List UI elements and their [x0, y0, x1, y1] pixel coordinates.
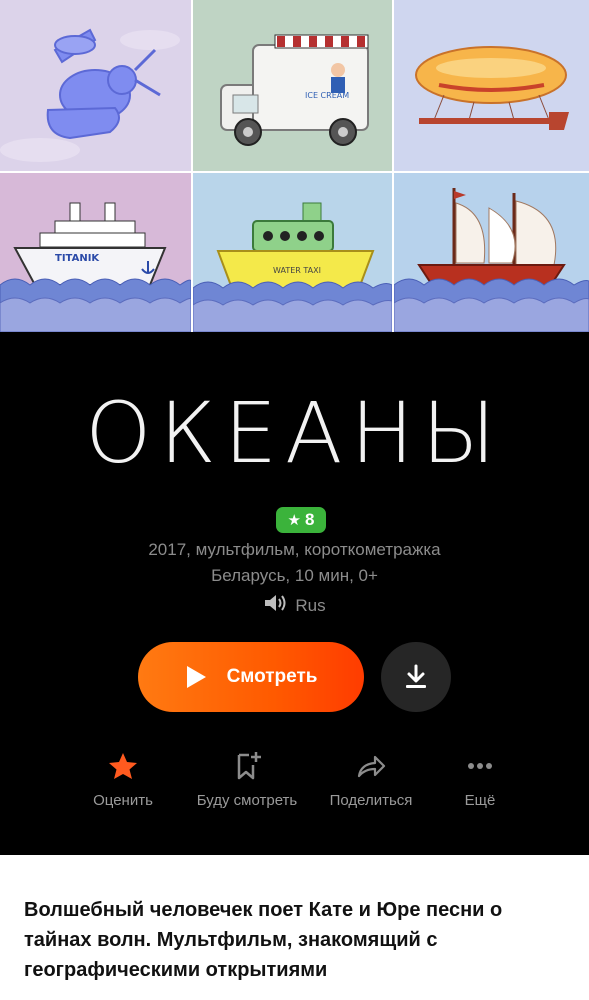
poster-tile-titanic: TITANIK — [0, 173, 191, 332]
titanic-label: TITANIK — [55, 253, 100, 264]
watchlist-action-label: Буду смотреть — [196, 792, 298, 809]
more-action[interactable]: Ещё — [415, 748, 545, 809]
sailing-ship-illustration — [394, 173, 589, 332]
rate-action[interactable]: Оценить — [58, 748, 188, 809]
poster-tile-airplane — [0, 0, 191, 171]
play-icon — [186, 666, 206, 688]
movie-description: Волшебный человечек поет Кате и Юре песн… — [24, 899, 503, 981]
rating-badge: ★ 8 — [276, 507, 326, 533]
movie-meta-year-genre: 2017, мультфильм, короткометражка — [148, 540, 441, 559]
more-action-label: Ещё — [464, 792, 496, 809]
star-icon: ★ — [287, 511, 301, 529]
movie-meta-country-duration: Беларусь, 10 мин, 0+ — [211, 566, 378, 585]
poster-tile-ice-cream-truck: ICE CREAM — [193, 0, 392, 171]
audio-language-label: Rus — [295, 595, 326, 615]
bookmark-plus-icon — [237, 752, 261, 780]
secondary-actions: Оценить Буду смотреть Поделиться Ещё — [0, 748, 589, 818]
titanic-ship-illustration: TITANIK — [0, 173, 191, 332]
rating-value: 8 — [304, 510, 315, 529]
watch-button-label: Смотреть — [226, 666, 318, 687]
movie-title-logo: ОКЕАНЫ — [85, 384, 504, 482]
download-button[interactable] — [381, 642, 451, 712]
share-arrow-icon — [357, 755, 386, 778]
audio-language: Rus — [0, 592, 589, 619]
download-icon — [406, 664, 426, 688]
airplane-illustration — [0, 0, 191, 171]
watch-button[interactable]: Смотреть — [138, 642, 364, 712]
poster-tile-water-taxi: WATER TAXI — [193, 173, 392, 332]
ice-cream-truck-illustration: ICE CREAM — [193, 0, 392, 171]
water-taxi-label: WATER TAXI — [273, 266, 321, 275]
poster-tile-airship — [394, 0, 589, 171]
poster-tile-sailing-ship — [394, 173, 589, 332]
poster-collage: ICE CREAM TITANIK WATER TAXI — [0, 0, 589, 332]
airship-illustration — [394, 0, 589, 171]
speaker-icon — [263, 592, 289, 619]
description-panel: Волшебный человечек поет Кате и Юре песн… — [0, 855, 589, 1000]
water-taxi-illustration: WATER TAXI — [193, 173, 392, 332]
star-icon — [109, 753, 137, 779]
ice-cream-sign: ICE CREAM — [305, 91, 349, 100]
rate-action-label: Оценить — [93, 792, 153, 809]
more-dots-icon — [468, 763, 492, 769]
watchlist-action[interactable]: Буду смотреть — [182, 748, 312, 809]
